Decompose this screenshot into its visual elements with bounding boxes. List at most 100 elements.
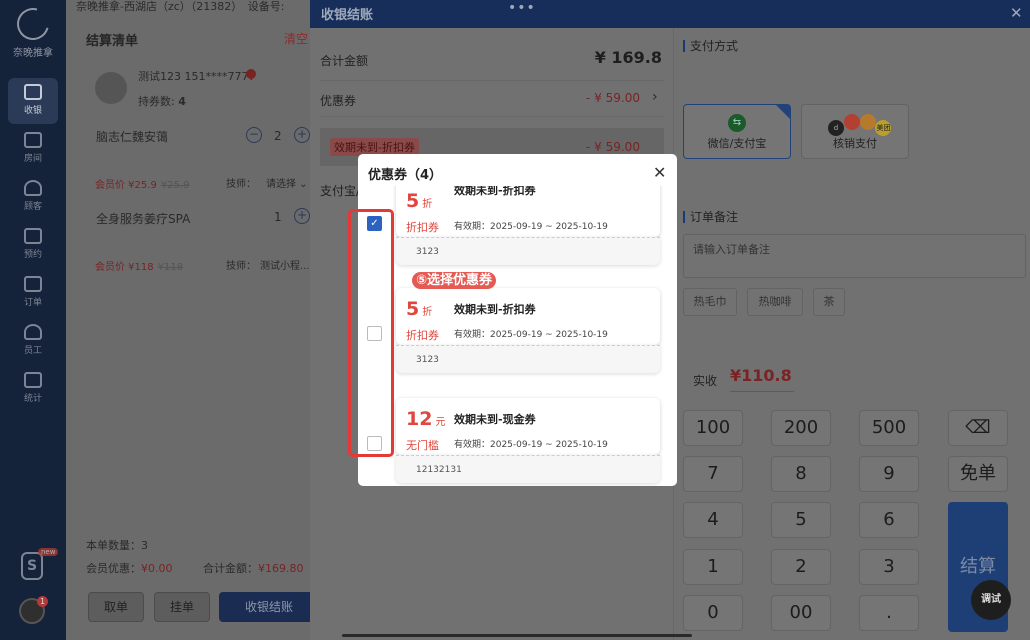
key-dot[interactable]: . bbox=[859, 595, 919, 631]
key-0[interactable]: 0 bbox=[683, 595, 743, 631]
coupon-count-label: 持券数: bbox=[138, 95, 175, 108]
technician-select[interactable]: 技师： 测试小程... ⌄ bbox=[226, 257, 321, 272]
key-500[interactable]: 500 bbox=[859, 410, 919, 446]
chevron-right-icon[interactable]: › bbox=[652, 89, 658, 105]
pay-method-title: 支付方式 bbox=[683, 40, 738, 52]
coupon-list[interactable]: ✓ 5折 折扣券 效期未到-折扣券 有效期：2025-09-19 ~ 2025-… bbox=[358, 186, 677, 486]
coupon-kind: 无门槛 bbox=[406, 439, 439, 452]
item-qty: 1 bbox=[274, 210, 282, 224]
qty-plus-button[interactable]: + bbox=[294, 127, 310, 143]
meituan-icon: 美团 bbox=[875, 120, 892, 136]
remark-tag-hot-towel[interactable]: 热毛巾 bbox=[683, 288, 737, 316]
coupon-count-value: 4 bbox=[178, 95, 186, 108]
new-badge: new bbox=[38, 548, 59, 556]
coupon-validity: 有效期：2025-09-19 ~ 2025-10-19 bbox=[454, 222, 608, 232]
key-8[interactable]: 8 bbox=[771, 456, 831, 492]
highlight-frame bbox=[348, 209, 394, 457]
clear-button[interactable]: 清空 bbox=[284, 30, 308, 47]
nav-item-customers[interactable]: 顾客 bbox=[8, 174, 58, 220]
backspace-icon[interactable]: ⌫ bbox=[948, 410, 1008, 446]
original-price: ¥25.9 bbox=[160, 180, 190, 191]
item-price: 会员价 ¥118 ¥118 bbox=[95, 258, 183, 273]
dialog-title: 收银结账 bbox=[321, 8, 374, 23]
nav-label: 员工 bbox=[23, 346, 42, 356]
cancel-order-button[interactable]: 取单 bbox=[88, 592, 144, 622]
member-price: 会员价 ¥118 bbox=[95, 262, 154, 273]
coupon-amount-value: 12 bbox=[406, 408, 433, 430]
member-discount: 会员优惠：¥0.00 bbox=[86, 560, 173, 576]
moon-logo-icon bbox=[11, 2, 55, 46]
row-divider bbox=[320, 116, 664, 117]
nav-item-cashier[interactable]: 收银 bbox=[8, 78, 58, 124]
close-icon[interactable]: ✕ bbox=[1010, 4, 1023, 22]
item-name: 全身服务姜疗SPA bbox=[96, 212, 191, 226]
coupon-amount-value: 5 bbox=[406, 298, 420, 320]
coupon-card: 5折 折扣券 效期未到-折扣券 有效期：2025-09-19 ~ 2025-10… bbox=[396, 288, 660, 345]
remark-tag-tea[interactable]: 茶 bbox=[813, 288, 845, 316]
coupon-name: 效期未到-折扣券 bbox=[454, 186, 536, 197]
checkout-button[interactable]: 收银结账 bbox=[219, 592, 319, 622]
pay-wechat-alipay-option[interactable]: ⇆ 微信/支付宝 bbox=[683, 104, 791, 159]
key-100[interactable]: 100 bbox=[683, 410, 743, 446]
nav-item-orders[interactable]: 订单 bbox=[8, 270, 58, 316]
key-6[interactable]: 6 bbox=[859, 502, 919, 538]
key-3[interactable]: 3 bbox=[859, 549, 919, 585]
pay-verify-option[interactable]: d 美团 核销支付 bbox=[801, 104, 909, 159]
order-remark-input[interactable]: 请输入订单备注 bbox=[683, 234, 1026, 278]
close-icon[interactable]: ✕ bbox=[653, 163, 666, 182]
order-list-icon bbox=[24, 276, 42, 292]
coupon-code: 3123 bbox=[396, 237, 660, 265]
key-1[interactable]: 1 bbox=[683, 549, 743, 585]
monitor-icon bbox=[24, 84, 42, 100]
coupon-modal: 优惠券（4） ✕ ✓ 5折 折扣券 效期未到-折扣券 有效期：2025-09-1… bbox=[358, 154, 677, 486]
coupon-item[interactable]: 5折 折扣券 效期未到-折扣券 有效期：2025-09-19 ~ 2025-10… bbox=[396, 186, 660, 265]
dianping-icon bbox=[859, 114, 876, 130]
key-00[interactable]: 00 bbox=[771, 595, 831, 631]
paid-amount-input[interactable]: ¥110.8 bbox=[730, 366, 794, 392]
coupon-item[interactable]: 5折 折扣券 效期未到-折扣券 有效期：2025-09-19 ~ 2025-10… bbox=[396, 288, 660, 373]
coupon-unit: 折 bbox=[422, 199, 433, 210]
nav-item-staff[interactable]: 员工 bbox=[8, 318, 58, 364]
wechat-icon: ⇆ bbox=[728, 114, 746, 132]
item-name: 脑志仁魏安蔼 bbox=[96, 130, 169, 144]
debug-button[interactable]: 调试 bbox=[971, 580, 1011, 620]
coupon-kind: 折扣券 bbox=[406, 329, 439, 342]
coupon-discount-value: - ¥ 59.00 bbox=[586, 91, 640, 105]
kuaishou-icon bbox=[843, 114, 860, 130]
key-2[interactable]: 2 bbox=[771, 549, 831, 585]
nav-label: 预约 bbox=[23, 250, 42, 260]
more-icon[interactable]: ••• bbox=[508, 0, 536, 16]
hold-order-button[interactable]: 挂单 bbox=[154, 592, 210, 622]
coupon-card: 5折 折扣券 效期未到-折扣券 有效期：2025-09-19 ~ 2025-10… bbox=[396, 186, 660, 237]
s-app-icon[interactable]: S bbox=[21, 552, 43, 580]
douyin-icon: d bbox=[828, 120, 844, 136]
key-9[interactable]: 9 bbox=[859, 456, 919, 492]
coupon-item[interactable]: 12 元 无门槛 效期未到-现金券 有效期：2025-09-19 ~ 2025-1… bbox=[396, 398, 660, 483]
key-7[interactable]: 7 bbox=[683, 456, 743, 492]
qty-plus-button[interactable]: + bbox=[294, 208, 310, 224]
coupon-label: 优惠券 bbox=[320, 94, 357, 108]
store-title: 奈晚推拿-西湖店（zc）（21382） 设备号: bbox=[76, 0, 285, 13]
qty-minus-button[interactable]: − bbox=[246, 127, 262, 143]
brand-name: 奈晚推拿 bbox=[13, 48, 53, 59]
coupon-validity: 有效期：2025-09-19 ~ 2025-10-19 bbox=[454, 330, 608, 340]
coupon-code: 12132131 bbox=[396, 455, 660, 483]
tech-value: 请选择 ⌄ bbox=[266, 179, 308, 190]
technician-select[interactable]: 技师： 请选择 ⌄ bbox=[226, 175, 308, 190]
order-count: 本单数量：3 bbox=[86, 539, 148, 552]
nav-item-booking[interactable]: 预约 bbox=[8, 222, 58, 268]
key-4[interactable]: 4 bbox=[683, 502, 743, 538]
nav-item-stats[interactable]: 统计 bbox=[8, 366, 58, 412]
coupon-unit: 元 bbox=[435, 417, 446, 428]
coupon-code: 3123 bbox=[396, 345, 660, 373]
remark-tag-hot-coffee[interactable]: 热咖啡 bbox=[747, 288, 803, 316]
member-coupon-count: 持券数: 4 bbox=[138, 93, 186, 109]
vip-icon bbox=[246, 69, 256, 79]
key-200[interactable]: 200 bbox=[771, 410, 831, 446]
platform-icons: d 美团 bbox=[828, 114, 892, 136]
key-5[interactable]: 5 bbox=[771, 502, 831, 538]
nav-item-rooms[interactable]: 房间 bbox=[8, 126, 58, 172]
step-annotation: ⑤选择优惠券 bbox=[412, 272, 497, 289]
scrollbar[interactable] bbox=[342, 634, 692, 637]
free-order-button[interactable]: 免单 bbox=[948, 456, 1008, 492]
